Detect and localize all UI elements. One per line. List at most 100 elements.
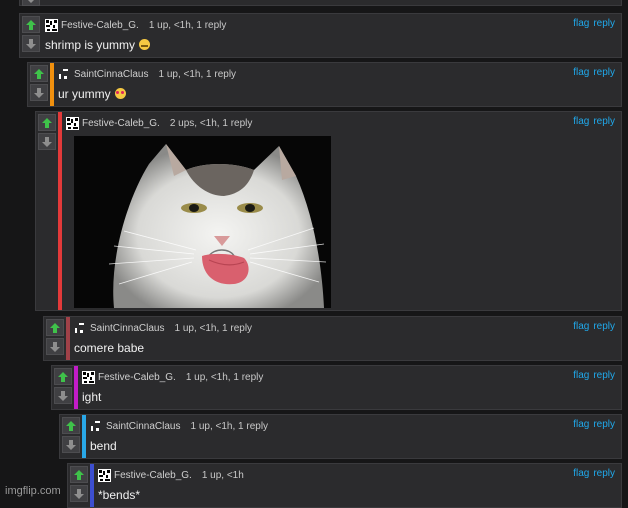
comment-thread-page: { "comments": [ {"username": "Festive-Ca… [0,0,628,508]
downvote-button[interactable] [30,84,48,101]
up-arrow-icon [66,420,76,431]
flag-link[interactable]: flag [573,67,589,78]
reply-link[interactable]: reply [593,67,615,78]
imgflip-watermark: imgflip.com [5,485,61,497]
down-arrow-icon [34,87,44,98]
down-arrow-icon [58,390,68,401]
upvote-button[interactable] [22,16,40,33]
comment-stats: 2 ups, <1h, 1 reply [169,117,253,129]
comment-stats: 1 up, <1h [201,469,244,481]
downvote-button[interactable] [38,133,56,150]
upvote-button[interactable] [70,466,88,483]
downvote-button[interactable] [46,338,64,355]
username-link[interactable]: SaintCinnaClaus [74,69,149,80]
flag-link[interactable]: flag [573,116,589,127]
reply-link[interactable]: reply [593,468,615,479]
upvote-button[interactable] [30,65,48,82]
upvote-button[interactable] [38,114,56,131]
username-link[interactable]: Festive-Caleb_G. [114,470,192,481]
avatar[interactable] [90,420,103,433]
comment-partial-top [19,0,622,6]
comment-6: SaintCinnaClaus 1 up, <1h, 1 reply flag r… [59,414,622,459]
comment-stats: 1 up, <1h, 1 reply [158,68,237,80]
down-arrow-icon [26,38,36,49]
username-link[interactable]: SaintCinnaClaus [106,421,181,432]
comment-text-content: shrimp is yummy [45,38,136,52]
downvote-button[interactable] [62,436,80,453]
username-link[interactable]: Festive-Caleb_G. [82,118,160,129]
comment-actions: flag reply [569,321,615,332]
comment-meta: Festive-Caleb_G. 1 up, <1h, 1 reply [45,18,226,32]
cat-licking-lips-image[interactable] [74,136,331,308]
avatar[interactable] [45,18,58,32]
flag-link[interactable]: flag [573,419,589,430]
comment-meta: Festive-Caleb_G. 2 ups, <1h, 1 reply [66,116,252,130]
avatar[interactable] [66,116,79,130]
comment-5: Festive-Caleb_G. 1 up, <1h, 1 reply flag… [51,365,622,410]
flag-link[interactable]: flag [573,468,589,479]
comment-meta: SaintCinnaClaus 1 up, <1h, 1 reply [58,67,236,81]
username-link[interactable]: Festive-Caleb_G. [61,20,139,31]
comment-actions: flag reply [569,116,615,127]
flag-link[interactable]: flag [573,321,589,332]
comment-actions: flag reply [569,419,615,430]
comment-stats: 1 up, <1h, 1 reply [185,371,264,383]
downvote-button[interactable] [70,485,88,502]
reply-link[interactable]: reply [593,370,615,381]
down-arrow-icon [42,136,52,147]
up-arrow-icon [58,371,68,382]
comment-text: comere babe [74,341,145,355]
comment-meta: SaintCinnaClaus 1 up, <1h, 1 reply [90,419,268,433]
grimacing-face-emoji-icon [139,39,151,50]
comment-4: SaintCinnaClaus 1 up, <1h, 1 reply flag r… [43,316,622,361]
comment-3: Festive-Caleb_G. 2 ups, <1h, 1 reply fla… [35,111,622,311]
comment-stats: 1 up, <1h, 1 reply [190,420,269,432]
comment-1: Festive-Caleb_G. 1 up, <1h, 1 reply flag… [19,13,622,58]
thread-depth-stripe [50,63,54,106]
comment-7: Festive-Caleb_G. 1 up, <1h flag reply *be… [67,463,622,508]
down-arrow-icon [50,341,60,352]
down-arrow-icon [66,439,76,450]
reply-link[interactable]: reply [593,116,615,127]
heart-eyes-face-emoji-icon [114,88,126,99]
username-link[interactable]: Festive-Caleb_G. [98,372,176,383]
downvote-button[interactable] [54,387,72,404]
avatar[interactable] [58,68,71,81]
up-arrow-icon [26,19,36,30]
comment-text: ur yummy [58,87,126,101]
reply-link[interactable]: reply [593,321,615,332]
downvote-button[interactable] [22,0,40,6]
comment-actions: flag reply [569,67,615,78]
up-arrow-icon [74,469,84,480]
reply-link[interactable]: reply [593,18,615,29]
flag-link[interactable]: flag [573,18,589,29]
avatar[interactable] [82,370,95,384]
reply-link[interactable]: reply [593,419,615,430]
upvote-button[interactable] [54,368,72,385]
avatar[interactable] [98,468,111,482]
cat-photo [74,136,331,308]
comment-text: bend [90,439,117,453]
thread-depth-stripe [58,112,62,310]
comment-stats: 1 up, <1h, 1 reply [174,322,253,334]
up-arrow-icon [42,117,52,128]
thread-depth-stripe [74,366,78,409]
upvote-button[interactable] [46,319,64,336]
up-arrow-icon [50,322,60,333]
comment-meta: SaintCinnaClaus 1 up, <1h, 1 reply [74,321,252,335]
down-arrow-icon [74,488,84,499]
comment-actions: flag reply [569,18,615,29]
comment-meta: Festive-Caleb_G. 1 up, <1h, 1 reply [82,370,263,384]
avatar[interactable] [74,322,87,335]
comment-actions: flag reply [569,370,615,381]
up-arrow-icon [34,68,44,79]
comment-actions: flag reply [569,468,615,479]
flag-link[interactable]: flag [573,370,589,381]
comment-text: ight [82,390,102,404]
downvote-button[interactable] [22,35,40,52]
comment-text: shrimp is yummy [45,38,151,52]
comment-meta: Festive-Caleb_G. 1 up, <1h [98,468,244,482]
upvote-button[interactable] [62,417,80,434]
thread-depth-stripe [66,317,70,360]
username-link[interactable]: SaintCinnaClaus [90,323,165,334]
